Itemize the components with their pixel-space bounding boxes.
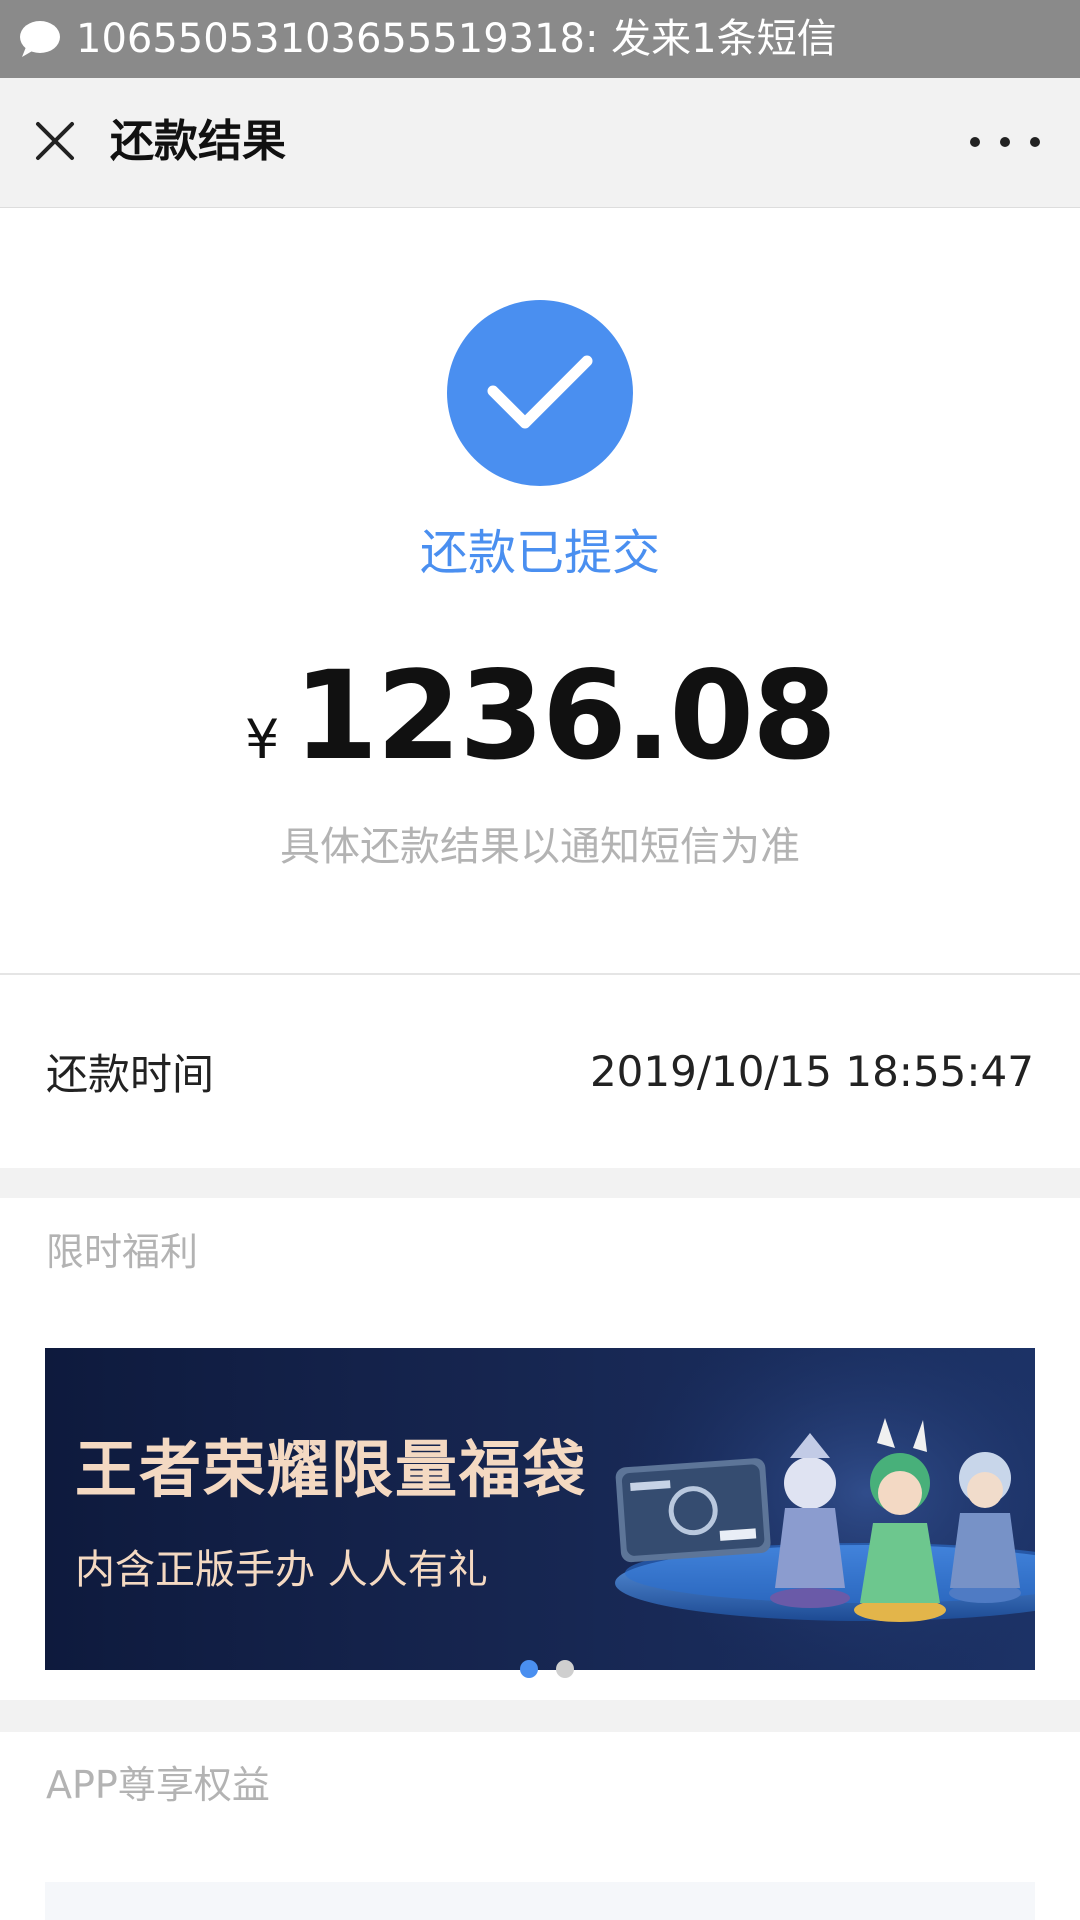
nav-bar: 还款结果: [0, 78, 1080, 208]
banner-subtitle: 内含正版手办 人人有礼: [75, 1547, 488, 1593]
message-bubble-icon: [18, 17, 62, 61]
banner-illustration: [615, 1348, 1035, 1670]
status-text: 还款已提交: [419, 525, 660, 581]
promo-banner[interactable]: 王者荣耀限量福袋 内含正版手办 人人有礼: [45, 1348, 1035, 1670]
section-gap: [0, 1700, 1080, 1732]
promo-section-title: 限时福利: [46, 1230, 199, 1274]
carousel-dot-1[interactable]: [520, 1660, 538, 1678]
carousel-indicator: [520, 1660, 574, 1678]
app-benefits-section-title: APP尊享权益: [46, 1763, 270, 1807]
repayment-time-row: 还款时间 2019/10/15 18:55:47: [0, 975, 1080, 1168]
amount-display: ¥ 1236.08: [0, 655, 1080, 777]
close-button[interactable]: [30, 116, 80, 166]
section-gap: [0, 1168, 1080, 1198]
app-benefits-card[interactable]: [45, 1882, 1035, 1920]
notification-text: 10655053103655519318: 发来1条短信: [76, 16, 837, 62]
result-note: 具体还款结果以通知短信为准: [280, 824, 800, 870]
repayment-time-value: 2019/10/15 18:55:47: [589, 1047, 1034, 1096]
currency-symbol: ¥: [244, 708, 280, 771]
more-button[interactable]: [970, 122, 1040, 162]
page-title: 还款结果: [110, 116, 286, 167]
repayment-time-label: 还款时间: [46, 1050, 215, 1099]
banner-title: 王者荣耀限量福袋: [75, 1433, 588, 1506]
carousel-dot-2[interactable]: [556, 1660, 574, 1678]
amount-value: 1236.08: [293, 645, 837, 787]
close-icon: [36, 122, 74, 160]
more-icon: [970, 137, 980, 147]
notification-bar[interactable]: 10655053103655519318: 发来1条短信: [0, 0, 1080, 78]
check-circle-icon: [447, 300, 633, 486]
